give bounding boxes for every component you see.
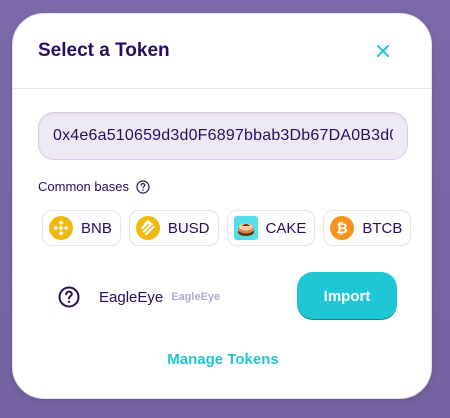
- bnb-coin-icon: [49, 216, 73, 240]
- base-token-busd[interactable]: BUSD: [128, 210, 219, 246]
- unknown-token-help-icon[interactable]: [57, 285, 81, 309]
- common-bases-label: Common bases: [38, 179, 130, 194]
- svg-text:₿: ₿: [337, 221, 348, 237]
- import-button[interactable]: Import: [297, 272, 397, 320]
- btcb-coin-icon: ₿: [330, 216, 355, 240]
- manage-tokens-button[interactable]: Manage Tokens: [13, 351, 433, 368]
- token-search-wrap: [38, 112, 408, 160]
- close-icon: [377, 45, 389, 57]
- base-token-btcb[interactable]: ₿ BTCB: [323, 210, 412, 246]
- token-search-input[interactable]: [38, 112, 408, 160]
- close-button[interactable]: [371, 39, 395, 63]
- result-token-symbol: EagleEye: [99, 288, 164, 306]
- cake-coin-icon: [233, 216, 258, 240]
- base-token-symbol: CAKE: [265, 219, 307, 237]
- common-bases-list: BNB BUSD CAKE ₿ BTCB: [42, 210, 412, 246]
- result-token-name: EagleEye: [171, 291, 221, 303]
- help-icon[interactable]: [136, 179, 150, 194]
- base-token-bnb[interactable]: BNB: [42, 210, 121, 246]
- base-token-symbol: BUSD: [167, 219, 210, 237]
- modal-header: Select a Token: [13, 14, 431, 89]
- select-token-modal: Select a Token Common bases: [12, 13, 432, 399]
- token-search-result-row: EagleEye EagleEye Import: [57, 272, 397, 322]
- base-token-symbol: BTCB: [362, 219, 403, 237]
- common-bases-header: Common bases: [38, 179, 150, 194]
- busd-coin-icon: [135, 216, 160, 240]
- modal-title: Select a Token: [38, 40, 170, 61]
- base-token-symbol: BNB: [81, 219, 112, 237]
- base-token-cake[interactable]: CAKE: [226, 210, 316, 246]
